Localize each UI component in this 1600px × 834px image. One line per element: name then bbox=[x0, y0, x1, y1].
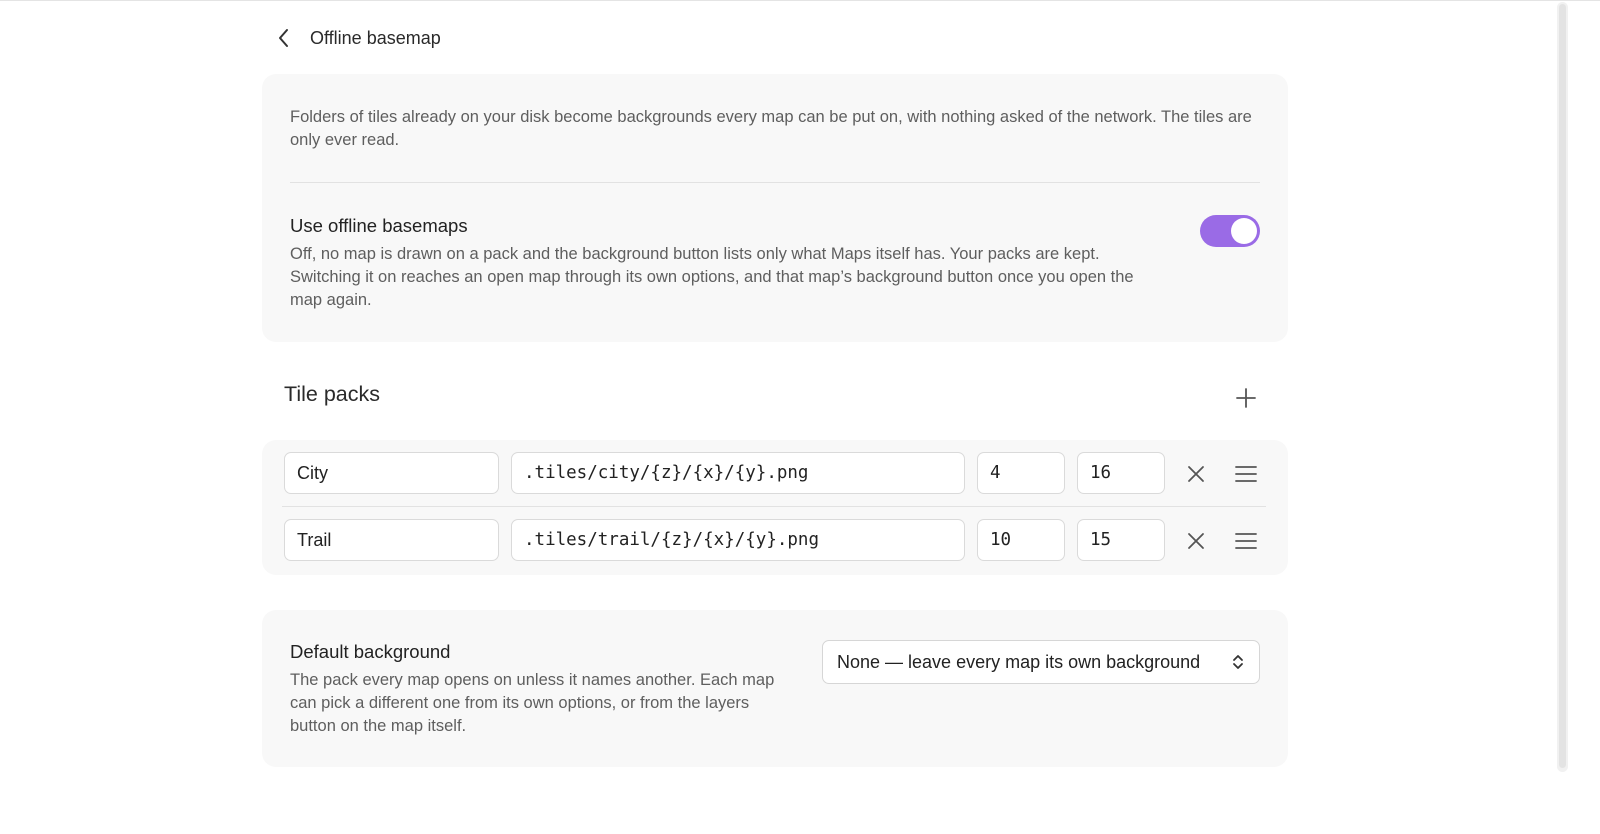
back-button[interactable] bbox=[270, 20, 298, 56]
tile-pack-row bbox=[262, 440, 1288, 507]
page-header: Offline basemap bbox=[270, 20, 441, 56]
pack-min-zoom-input[interactable] bbox=[977, 519, 1065, 561]
pack-path-input[interactable] bbox=[511, 452, 965, 494]
tile-packs-list bbox=[262, 440, 1288, 575]
close-icon bbox=[1188, 533, 1204, 549]
intro-text: Folders of tiles already on your disk be… bbox=[290, 108, 1252, 149]
pack-name-input[interactable] bbox=[284, 519, 499, 561]
drag-pack-handle[interactable] bbox=[1228, 523, 1264, 559]
updown-chevron-icon bbox=[1231, 652, 1245, 672]
pack-name-input[interactable] bbox=[284, 452, 499, 494]
offline-settings-card: Folders of tiles already on your disk be… bbox=[262, 74, 1288, 342]
pack-max-zoom-input[interactable] bbox=[1077, 452, 1165, 494]
use-offline-title: Use offline basemaps bbox=[290, 215, 468, 236]
close-icon bbox=[1188, 466, 1204, 482]
scrollbar-thumb[interactable] bbox=[1559, 4, 1566, 768]
remove-pack-button[interactable] bbox=[1178, 456, 1214, 492]
drag-handle-icon bbox=[1235, 533, 1257, 549]
use-offline-description: Off, no map is drawn on a pack and the b… bbox=[290, 245, 1134, 309]
scrollbar[interactable] bbox=[1557, 2, 1568, 772]
top-border bbox=[0, 0, 1600, 1]
tile-packs-title: Tile packs bbox=[284, 382, 380, 406]
page-title: Offline basemap bbox=[310, 27, 441, 48]
pack-path-input[interactable] bbox=[511, 519, 965, 561]
default-background-title: Default background bbox=[290, 641, 451, 662]
drag-handle-icon bbox=[1235, 466, 1257, 482]
drag-pack-handle[interactable] bbox=[1228, 456, 1264, 492]
plus-icon bbox=[1236, 388, 1256, 408]
add-tile-pack-button[interactable] bbox=[1228, 380, 1264, 416]
selected-background-value: None — leave every map its own backgroun… bbox=[837, 651, 1201, 672]
default-background-description: The pack every map opens on unless it na… bbox=[290, 671, 775, 735]
pack-max-zoom-input[interactable] bbox=[1077, 519, 1165, 561]
pack-min-zoom-input[interactable] bbox=[977, 452, 1065, 494]
chevron-left-icon bbox=[279, 29, 288, 47]
use-offline-toggle[interactable] bbox=[1200, 215, 1260, 247]
default-background-card: Default background The pack every map op… bbox=[262, 610, 1288, 767]
remove-pack-button[interactable] bbox=[1178, 523, 1214, 559]
divider bbox=[290, 182, 1260, 183]
tile-pack-row bbox=[262, 507, 1288, 574]
toggle-knob bbox=[1231, 218, 1257, 244]
default-background-select[interactable]: None — leave every map its own backgroun… bbox=[822, 640, 1260, 684]
